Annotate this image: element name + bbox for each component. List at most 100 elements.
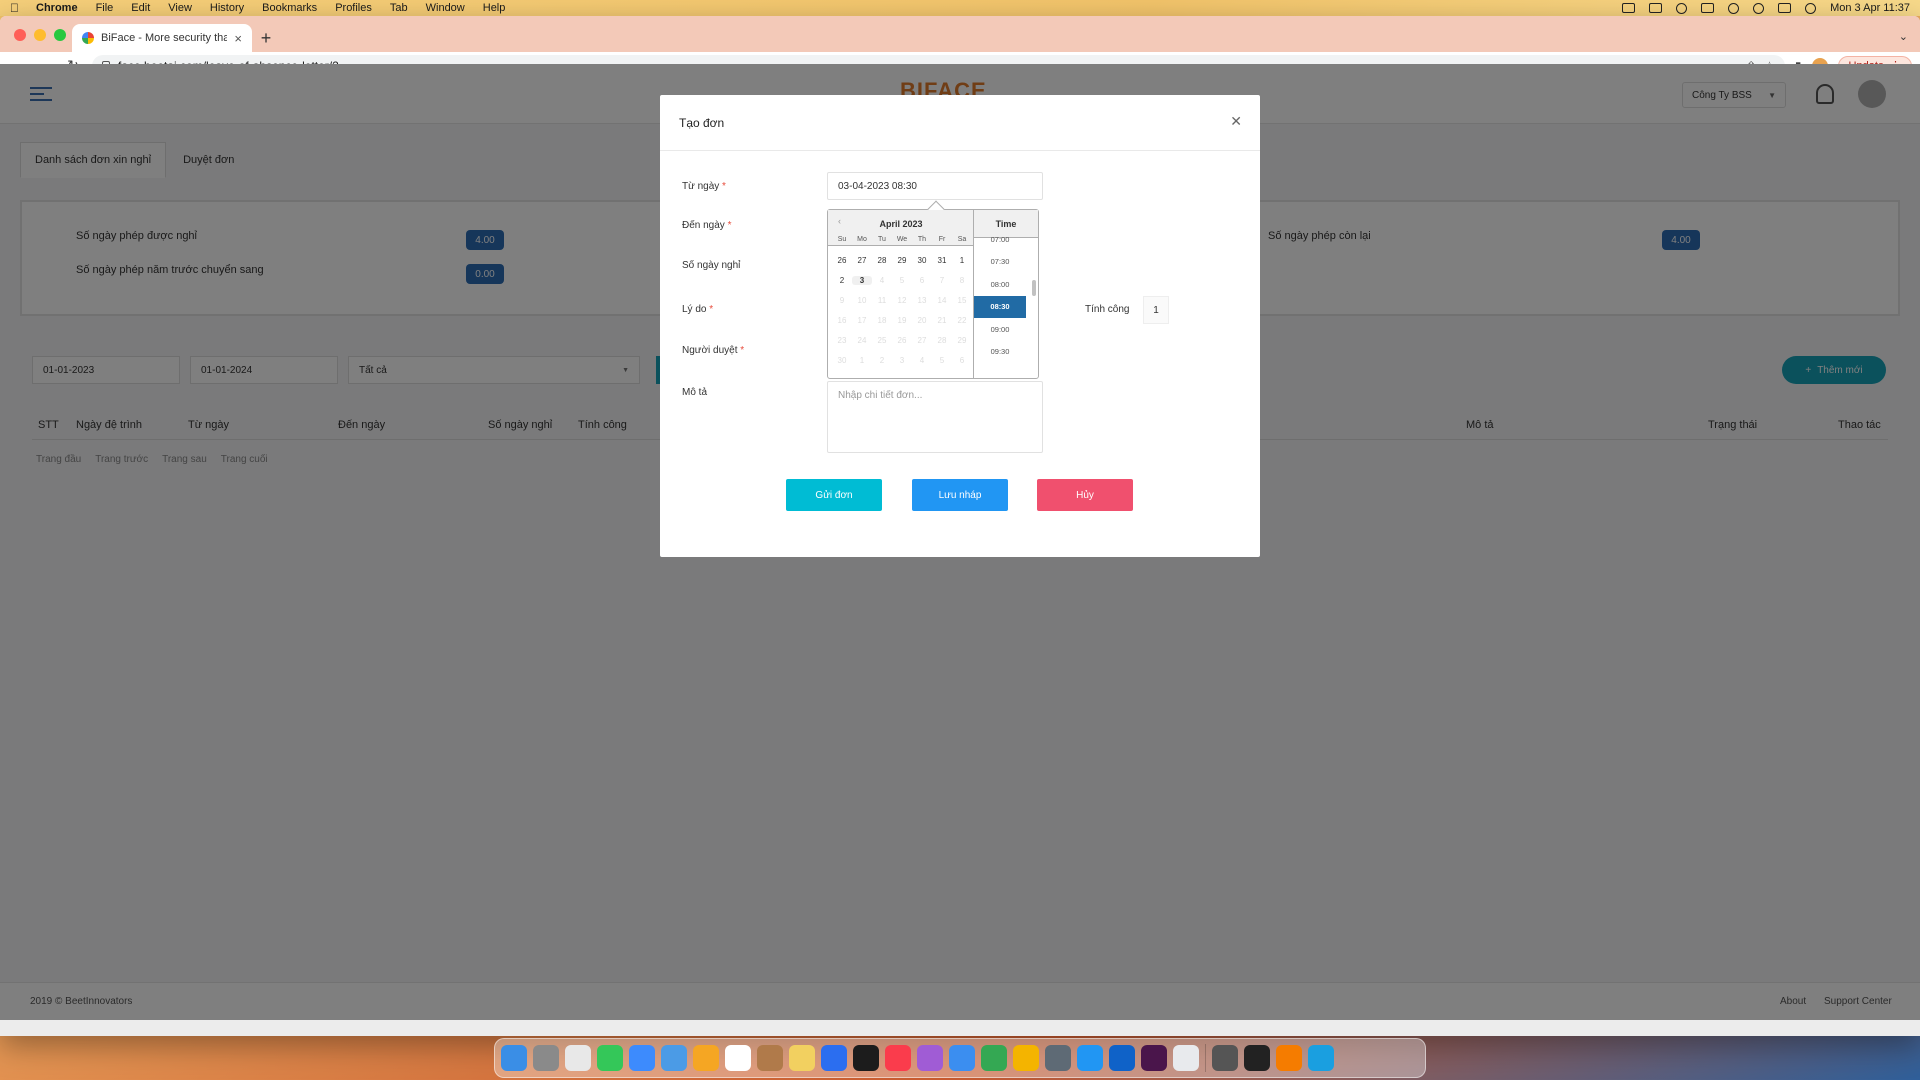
time-option[interactable]: 07:30 — [974, 251, 1026, 274]
menu-app-name[interactable]: Chrome — [36, 2, 78, 14]
dock-app-icon[interactable] — [565, 1045, 591, 1071]
calendar-day[interactable]: 28 — [872, 256, 892, 265]
save-draft-button[interactable]: Lưu nháp — [912, 479, 1008, 511]
time-list[interactable]: 07:0007:3008:0008:3009:0009:3010:00 — [974, 228, 1026, 368]
dock-app-icon[interactable] — [1109, 1045, 1135, 1071]
dock-app-icon[interactable] — [917, 1045, 943, 1071]
tinhcong-input[interactable]: 1 — [1143, 296, 1169, 324]
calendar-week-row: 30 1 2 3 4 5 6 — [832, 350, 972, 370]
weekday-label: Tu — [878, 236, 886, 243]
dock-app-icon[interactable] — [853, 1045, 879, 1071]
macos-dock — [494, 1038, 1426, 1078]
reason-label: Lý do * — [682, 304, 714, 315]
calendar-day[interactable]: 1 — [952, 256, 972, 265]
from-date-input[interactable]: 03-04-2023 08:30 — [827, 172, 1043, 200]
menu-window[interactable]: Window — [426, 2, 465, 14]
calendar-day[interactable]: 3 — [852, 275, 872, 285]
time-option[interactable]: 08:30 — [974, 295, 1026, 318]
dock-app-icon[interactable] — [1308, 1045, 1334, 1071]
calendar-day: 20 — [917, 315, 927, 325]
wifi-icon[interactable] — [1728, 2, 1740, 14]
maximize-window-icon[interactable] — [54, 29, 66, 41]
dock-app-icon[interactable] — [501, 1045, 527, 1071]
description-label: Mô tả — [682, 387, 708, 398]
apple-icon[interactable]:  — [10, 1, 22, 15]
calendar-day: 12 — [897, 295, 907, 305]
weekday-label: Fr — [938, 236, 946, 243]
dock-app-icon[interactable] — [1276, 1045, 1302, 1071]
close-tab-icon[interactable]: × — [234, 31, 242, 46]
spotlight-icon[interactable] — [1753, 2, 1765, 14]
dock-app-icon[interactable] — [597, 1045, 623, 1071]
weekday-label: Su — [837, 236, 847, 243]
calendar-day: 6 — [959, 355, 965, 365]
to-date-label: Đến ngày * — [682, 220, 732, 231]
dock-app-icon[interactable] — [1141, 1045, 1167, 1071]
menu-edit[interactable]: Edit — [131, 2, 150, 14]
calendar-day[interactable]: 29 — [892, 256, 912, 265]
dock-app-icon[interactable] — [885, 1045, 911, 1071]
menu-tab[interactable]: Tab — [390, 2, 408, 14]
time-option[interactable]: 09:00 — [974, 318, 1026, 341]
dock-app-icon[interactable] — [725, 1045, 751, 1071]
close-icon[interactable]: ✕ — [1230, 113, 1242, 130]
calendar-day: 23 — [837, 335, 847, 345]
dock-app-icon[interactable] — [1077, 1045, 1103, 1071]
dock-app-icon[interactable] — [1173, 1045, 1199, 1071]
status-app-icon[interactable] — [1622, 3, 1636, 13]
menu-file[interactable]: File — [96, 2, 114, 14]
calendar-day: 22 — [957, 315, 967, 325]
modal-header: Tạo đơn ✕ — [660, 95, 1260, 151]
calendar-day[interactable]: 30 — [912, 256, 932, 265]
dock-app-icon[interactable] — [1045, 1045, 1071, 1071]
calendar-day: 30 — [837, 355, 847, 365]
submit-request-button[interactable]: Gửi đơn — [786, 479, 882, 511]
calendar-week-row: 9 10 11 12 13 14 15 — [832, 290, 972, 310]
tab-search-chevron-icon[interactable]: ⌄ — [1899, 30, 1908, 43]
dock-app-icon[interactable] — [949, 1045, 975, 1071]
time-option[interactable]: 10:00 — [974, 363, 1026, 368]
dock-app-icon[interactable] — [789, 1045, 815, 1071]
minimize-window-icon[interactable] — [34, 29, 46, 41]
calendar-day: 2 — [879, 355, 885, 365]
dock-app-icon[interactable] — [1244, 1045, 1270, 1071]
menubar-clock[interactable]: Mon 3 Apr 11:37 — [1830, 2, 1910, 14]
dock-app-icon[interactable] — [1212, 1045, 1238, 1071]
weekday-label: We — [896, 236, 908, 243]
weekday-label: Th — [917, 236, 927, 243]
control-center-icon[interactable] — [1778, 3, 1792, 13]
battery-icon[interactable] — [1701, 3, 1715, 13]
dock-app-icon[interactable] — [629, 1045, 655, 1071]
menu-profiles[interactable]: Profiles — [335, 2, 372, 14]
calendar-day[interactable]: 27 — [852, 256, 872, 265]
new-tab-button[interactable]: + — [252, 24, 280, 52]
cancel-button[interactable]: Hủy — [1037, 479, 1133, 511]
siri-icon[interactable] — [1805, 2, 1817, 14]
dock-app-icon[interactable] — [821, 1045, 847, 1071]
time-list-scrollbar[interactable] — [1032, 280, 1036, 296]
dock-app-icon[interactable] — [757, 1045, 783, 1071]
bluetooth-icon[interactable] — [1676, 2, 1688, 14]
dock-app-icon[interactable] — [661, 1045, 687, 1071]
menu-help[interactable]: Help — [483, 2, 506, 14]
dock-app-icon[interactable] — [533, 1045, 559, 1071]
description-textarea[interactable]: Nhập chi tiết đơn... — [827, 381, 1043, 453]
calendar-day: 19 — [897, 315, 907, 325]
calendar-day[interactable]: 31 — [932, 256, 952, 265]
browser-tab-active[interactable]: BiFace - More security than e × — [72, 24, 252, 52]
calendar-day: 17 — [857, 315, 867, 325]
calendar-day[interactable]: 26 — [832, 256, 852, 265]
calendar-day: 13 — [917, 295, 927, 305]
dock-app-icon[interactable] — [981, 1045, 1007, 1071]
calendar-day[interactable]: 2 — [832, 276, 852, 285]
close-window-icon[interactable] — [14, 29, 26, 41]
time-option[interactable]: 09:30 — [974, 341, 1026, 364]
menu-bookmarks[interactable]: Bookmarks — [262, 2, 317, 14]
menu-view[interactable]: View — [168, 2, 192, 14]
input-source-icon[interactable] — [1649, 3, 1663, 13]
dock-app-icon[interactable] — [693, 1045, 719, 1071]
dock-app-icon[interactable] — [1013, 1045, 1039, 1071]
time-option[interactable]: 08:00 — [974, 273, 1026, 296]
time-option[interactable]: 07:00 — [974, 228, 1026, 251]
menu-history[interactable]: History — [210, 2, 244, 14]
